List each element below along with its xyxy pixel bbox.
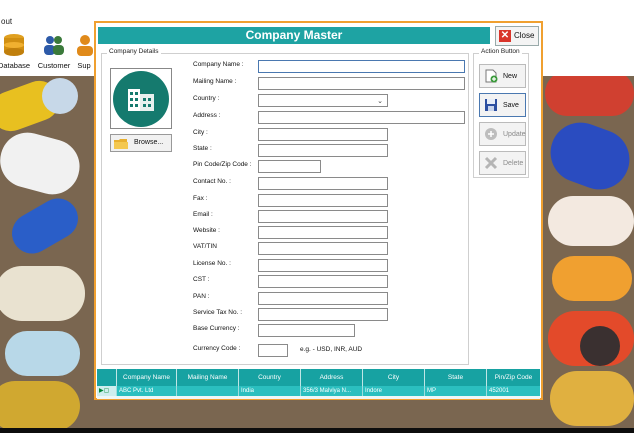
fax-label: Fax : xyxy=(193,195,208,202)
cell-country[interactable]: India xyxy=(239,386,301,396)
cst-input[interactable] xyxy=(258,275,388,288)
state-label: State : xyxy=(193,145,212,152)
email-label: Email : xyxy=(193,211,213,218)
row-pointer-icon: ▶▢ xyxy=(99,388,110,394)
delete-button-label: Delete xyxy=(503,160,524,167)
mailing-name-input[interactable] xyxy=(258,77,465,90)
floppy-disk-icon xyxy=(485,99,497,111)
country-select[interactable]: ⌄ xyxy=(258,94,388,107)
email-input[interactable] xyxy=(258,210,388,223)
row-selector[interactable]: ▶▢ xyxy=(97,386,117,396)
column-header-company-name[interactable]: Company Name xyxy=(117,369,177,386)
update-button[interactable]: Update xyxy=(479,122,526,146)
grid-header-row-selector xyxy=(97,369,117,386)
license-no-label: License No. : xyxy=(193,260,231,267)
column-header-address[interactable]: Address xyxy=(301,369,363,386)
pin-code-input[interactable] xyxy=(258,160,321,173)
pan-input[interactable] xyxy=(258,292,388,305)
close-icon: ✕ xyxy=(499,30,511,42)
country-label: Country : xyxy=(193,95,220,102)
currency-code-input[interactable] xyxy=(258,344,288,357)
column-header-state[interactable]: State xyxy=(425,369,487,386)
company-details-title: Company Details xyxy=(107,48,161,55)
building-icon xyxy=(128,89,154,111)
browse-button[interactable]: Browse... xyxy=(110,134,172,152)
service-tax-no-input[interactable] xyxy=(258,308,388,321)
currency-code-label: Currency Code : xyxy=(193,345,241,352)
service-tax-no-label: Service Tax No. : xyxy=(193,309,243,316)
cell-company-name[interactable]: ABC Pvt. Ltd xyxy=(117,386,177,396)
update-icon xyxy=(485,128,497,140)
address-label: Address : xyxy=(193,112,221,119)
toolbar-customer-button[interactable]: Customer xyxy=(32,32,76,74)
fax-input[interactable] xyxy=(258,194,388,207)
company-grid: Company Name Mailing Name Country Addres… xyxy=(97,369,540,399)
browse-button-label: Browse... xyxy=(134,139,164,146)
column-header-mailing-name[interactable]: Mailing Name xyxy=(177,369,239,386)
cell-state[interactable]: MP xyxy=(425,386,487,396)
website-input[interactable] xyxy=(258,226,388,239)
dialog-title-bar: Company Master xyxy=(98,27,490,44)
toolbar-supplier-button[interactable]: Sup xyxy=(72,32,96,74)
column-header-city[interactable]: City xyxy=(363,369,425,386)
new-document-icon xyxy=(485,69,498,83)
save-button-label: Save xyxy=(503,102,519,109)
menu-item-fragment[interactable]: out xyxy=(1,17,12,26)
cell-pin-zip-code[interactable]: 452001 xyxy=(487,386,540,396)
address-input[interactable] xyxy=(258,111,465,124)
vat-tin-input[interactable] xyxy=(258,242,388,255)
supplier-icon xyxy=(77,35,93,56)
update-button-label: Update xyxy=(503,131,526,138)
column-header-pin-zip-code[interactable]: Pin/Zip Code xyxy=(487,369,540,386)
grid-header: Company Name Mailing Name Country Addres… xyxy=(97,369,540,386)
delete-button[interactable]: Delete xyxy=(479,151,526,175)
contact-no-input[interactable] xyxy=(258,177,388,190)
database-icon xyxy=(4,34,24,56)
dialog-title: Company Master xyxy=(245,28,343,42)
license-no-input[interactable] xyxy=(258,259,388,272)
action-button-group: Action Button New Save Update Delete xyxy=(473,48,529,178)
column-header-country[interactable]: Country xyxy=(239,369,301,386)
mailing-name-label: Mailing Name : xyxy=(193,78,237,85)
save-button[interactable]: Save xyxy=(479,93,526,117)
close-button[interactable]: ✕ Close xyxy=(495,26,539,46)
action-button-title: Action Button xyxy=(479,48,522,55)
website-label: Website : xyxy=(193,227,220,234)
logo-circle xyxy=(113,71,169,127)
table-row[interactable]: ▶▢ ABC Pvt. Ltd India 356/3 Malviya N...… xyxy=(97,386,540,396)
company-name-label: Company Name : xyxy=(193,61,244,68)
currency-code-hint: e.g. - USD, INR, AUD xyxy=(300,346,363,353)
cell-address[interactable]: 356/3 Malviya N... xyxy=(301,386,363,396)
city-label: City : xyxy=(193,129,208,136)
cst-label: CST : xyxy=(193,276,210,283)
customer-icon xyxy=(44,36,64,55)
new-button-label: New xyxy=(503,73,518,80)
toolbar-database-label: Database xyxy=(0,61,31,70)
new-button[interactable]: New xyxy=(479,64,526,88)
company-name-input[interactable] xyxy=(258,60,465,73)
toolbar-database-button[interactable]: Database xyxy=(0,32,36,74)
company-logo xyxy=(110,68,172,129)
toolbar-customer-label: Customer xyxy=(37,61,71,70)
cell-mailing-name[interactable] xyxy=(177,386,239,396)
contact-no-label: Contact No. : xyxy=(193,178,231,185)
chevron-down-icon: ⌄ xyxy=(377,98,383,105)
company-details-group: Company Details Browse... Company Name:… xyxy=(101,48,469,365)
base-currency-label: Base Currency : xyxy=(193,325,240,332)
pan-label: PAN : xyxy=(193,293,210,300)
base-currency-input[interactable] xyxy=(258,324,355,337)
toolbar-supplier-label: Sup xyxy=(77,61,91,70)
folder-icon xyxy=(114,139,128,149)
state-input[interactable] xyxy=(258,144,388,157)
close-button-label: Close xyxy=(514,31,535,40)
vat-tin-label: VAT/TIN xyxy=(193,243,217,250)
cell-city[interactable]: Indore xyxy=(363,386,425,396)
background-bottom-strip xyxy=(0,428,634,433)
city-input[interactable] xyxy=(258,128,388,141)
delete-icon xyxy=(484,156,498,170)
pin-code-label: Pin Code/Zip Code : xyxy=(193,161,252,168)
company-master-dialog: Company Master ✕ Close Company Details B… xyxy=(94,21,543,400)
